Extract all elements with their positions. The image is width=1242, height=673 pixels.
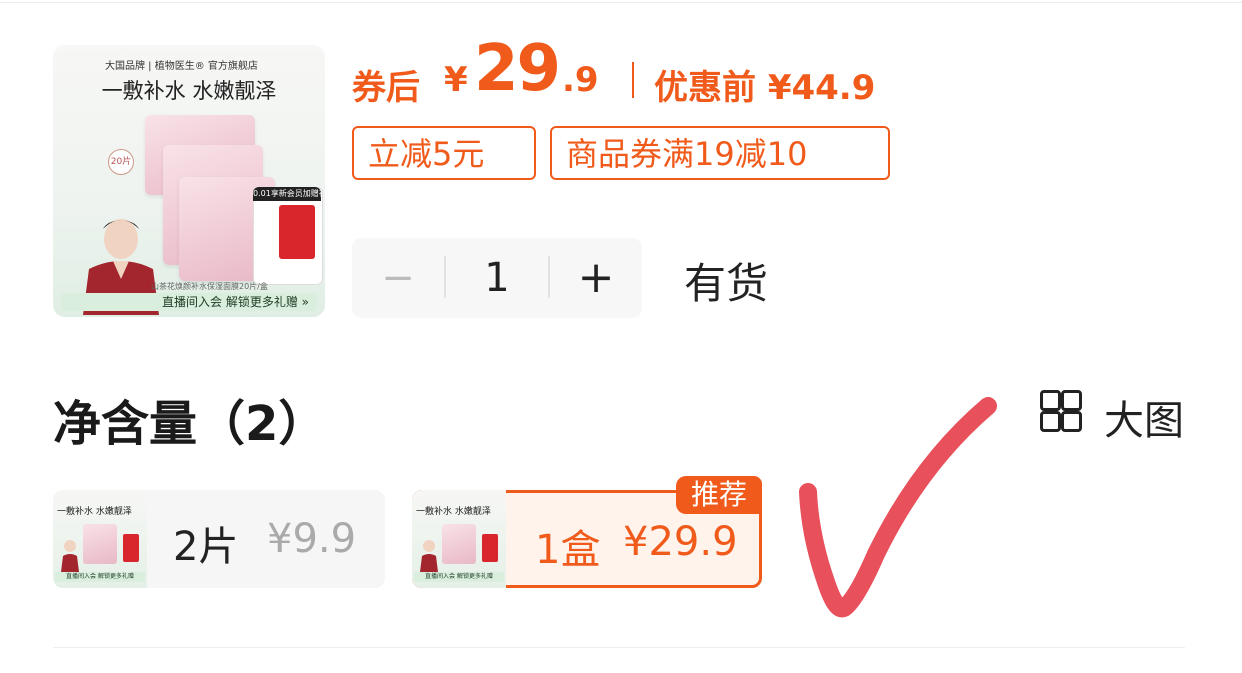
option-thumb-gift: [123, 534, 139, 562]
option-thumb-slogan: 一敷补水 水嫩靓泽: [57, 507, 132, 517]
spec-section-title: 净含量（2）: [53, 396, 327, 452]
original-price: 优惠前 ¥44.9: [654, 68, 876, 108]
increase-button[interactable]: +: [550, 238, 642, 318]
option-spec: 2片: [173, 524, 239, 570]
price-separator: [632, 62, 634, 98]
option-spec: 1盒: [535, 527, 601, 573]
top-divider: [0, 2, 1242, 3]
price-decimal: .9: [562, 60, 599, 100]
currency-symbol: ¥: [444, 60, 468, 100]
option-thumb-box: [442, 524, 476, 564]
quantity-stepper: − 1 +: [352, 238, 642, 318]
option-thumb-box: [83, 524, 117, 564]
after-coupon-label: 券后: [352, 68, 420, 108]
big-view-label: 大图: [1104, 398, 1184, 444]
grid-icon: [1040, 390, 1082, 432]
product-image[interactable]: 大国品牌 | 植物医生® 官方旗舰店 一敷补水 水嫩靓泽 20片 0.01享新会…: [53, 45, 325, 317]
option-thumbnail: 一敷补水 水嫩靓泽 直播间入会 解锁更多礼赠: [53, 490, 147, 588]
gift-label: 0.01享新会员加赠礼: [253, 187, 321, 201]
spec-option-2-pieces[interactable]: 一敷补水 水嫩靓泽 直播间入会 解锁更多礼赠 2片 ¥9.9: [53, 490, 385, 588]
checkmark-annotation: [799, 397, 997, 618]
stock-status: 有货: [684, 259, 769, 308]
gift-box: [279, 205, 315, 259]
image-brand-text: 大国品牌 | 植物医生® 官方旗舰店: [105, 61, 258, 72]
option-thumb-gift: [482, 534, 498, 562]
image-count-badge: 20片: [108, 149, 134, 175]
image-note: 山茶花焕颜补水保湿面膜20片/盒: [151, 282, 268, 291]
option-thumb-bar: 直播间入会 解锁更多礼赠: [414, 572, 504, 582]
option-thumb-person: [61, 540, 79, 572]
option-price: ¥9.9: [267, 516, 357, 562]
option-thumb-slogan: 一敷补水 水嫩靓泽: [416, 507, 491, 517]
coupon-tag-instant[interactable]: 立减5元: [352, 126, 536, 180]
option-thumbnail: 一敷补水 水嫩靓泽 直播间入会 解锁更多礼赠: [412, 490, 506, 588]
option-thumb-person: [420, 540, 438, 572]
option-price: ¥29.9: [623, 519, 738, 565]
price-integer: 29: [474, 32, 561, 106]
option-thumb-bar: 直播间入会 解锁更多礼赠: [55, 572, 145, 582]
image-slogan: 一敷补水 水嫩靓泽: [101, 79, 277, 103]
image-bottom-bar: 直播间入会 解锁更多礼赠 »: [61, 293, 317, 311]
coupon-tag-threshold[interactable]: 商品券满19减10: [550, 126, 890, 180]
quantity-value[interactable]: 1: [446, 238, 548, 318]
bottom-divider: [53, 647, 1185, 648]
recommended-badge: 推荐: [676, 476, 762, 514]
decrease-button[interactable]: −: [352, 238, 444, 318]
